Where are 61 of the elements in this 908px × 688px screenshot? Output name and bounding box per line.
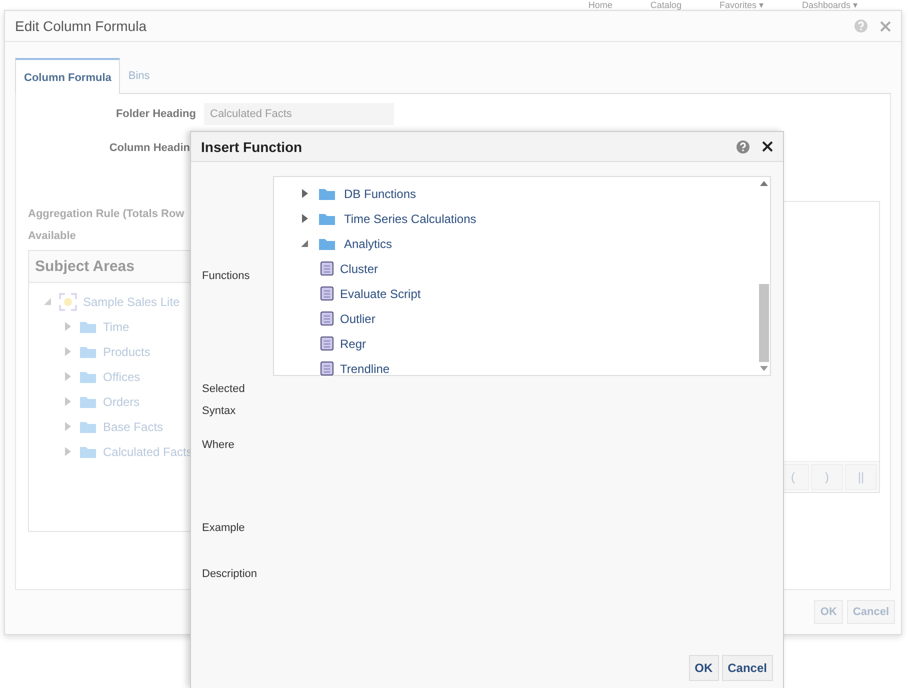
dialog-title: Edit Column Formula: [15, 18, 146, 34]
operator-button[interactable]: ): [811, 464, 843, 490]
folder-icon: [79, 394, 97, 408]
field-label: Aggregation Rule (Totals Row: [28, 208, 186, 220]
cancel-button[interactable]: Cancel: [722, 655, 773, 681]
field-label: Where: [202, 438, 236, 453]
document-icon: [320, 336, 334, 351]
scroll-up-arrow-icon[interactable]: [760, 181, 768, 186]
folder-icon: [79, 370, 97, 384]
close-icon: [762, 141, 773, 152]
function-item[interactable]: Outlier: [340, 312, 376, 326]
tree-item[interactable]: Orders: [103, 394, 140, 408]
collapse-arrow-icon[interactable]: [300, 238, 310, 249]
cancel-button[interactable]: Cancel: [846, 600, 895, 624]
function-item[interactable]: Cluster: [340, 262, 378, 276]
tree-item[interactable]: Sample Sales Lite: [83, 294, 180, 308]
field-label: Description: [202, 567, 258, 582]
tree-item[interactable]: Offices: [103, 370, 140, 384]
folder-icon: [318, 186, 336, 200]
field-label: Folder Heading: [114, 108, 197, 120]
tree-item[interactable]: Products: [103, 344, 150, 358]
function-item[interactable]: Trendline: [340, 362, 390, 376]
nav-link[interactable]: Favorites ▾: [719, 0, 764, 10]
function-item[interactable]: Evaluate Script: [340, 286, 421, 300]
help-icon: [854, 19, 868, 33]
tab[interactable]: Column Formula: [15, 58, 120, 94]
document-icon: [320, 261, 334, 276]
nav-link[interactable]: Home: [588, 0, 612, 10]
document-icon: [320, 286, 334, 301]
ok-button[interactable]: OK: [814, 600, 843, 624]
field-label: Selected Syntax: [202, 382, 246, 419]
nav-link[interactable]: Catalog: [650, 0, 682, 10]
document-icon: [320, 311, 334, 326]
tree-item[interactable]: Base Facts: [103, 420, 164, 434]
document-icon: [320, 361, 334, 376]
expand-arrow-icon[interactable]: [300, 213, 310, 224]
folder-icon: [79, 320, 97, 334]
folder-icon: [79, 344, 97, 358]
tree-item[interactable]: Analytics: [344, 236, 392, 250]
field-label: Column Headin: [108, 142, 190, 154]
scroll-down-arrow-icon[interactable]: [760, 366, 768, 371]
tab[interactable]: Bins: [120, 58, 158, 93]
folder-icon: [318, 236, 336, 250]
nav-link[interactable]: Dashboards ▾: [802, 0, 858, 10]
function-item[interactable]: Regr: [340, 336, 366, 350]
tree-item[interactable]: Time Series Calculations: [344, 212, 476, 226]
ok-button[interactable]: OK: [688, 655, 719, 681]
field-label: Available: [28, 230, 77, 242]
tree-item[interactable]: Time: [103, 320, 130, 334]
dialog-title: Insert Function: [201, 138, 302, 154]
field-label: Example: [202, 521, 246, 536]
operator-button[interactable]: ||: [845, 464, 877, 490]
tree-item[interactable]: DB Functions: [344, 186, 416, 200]
folder-heading-field[interactable]: Calculated Facts: [204, 103, 394, 125]
subject-area-icon: [59, 292, 77, 310]
close-icon: [880, 20, 891, 32]
folder-icon: [318, 212, 336, 226]
folder-icon: [79, 420, 97, 434]
help-icon: [736, 140, 750, 154]
expand-arrow-icon[interactable]: [300, 188, 310, 199]
folder-icon: [79, 444, 97, 458]
